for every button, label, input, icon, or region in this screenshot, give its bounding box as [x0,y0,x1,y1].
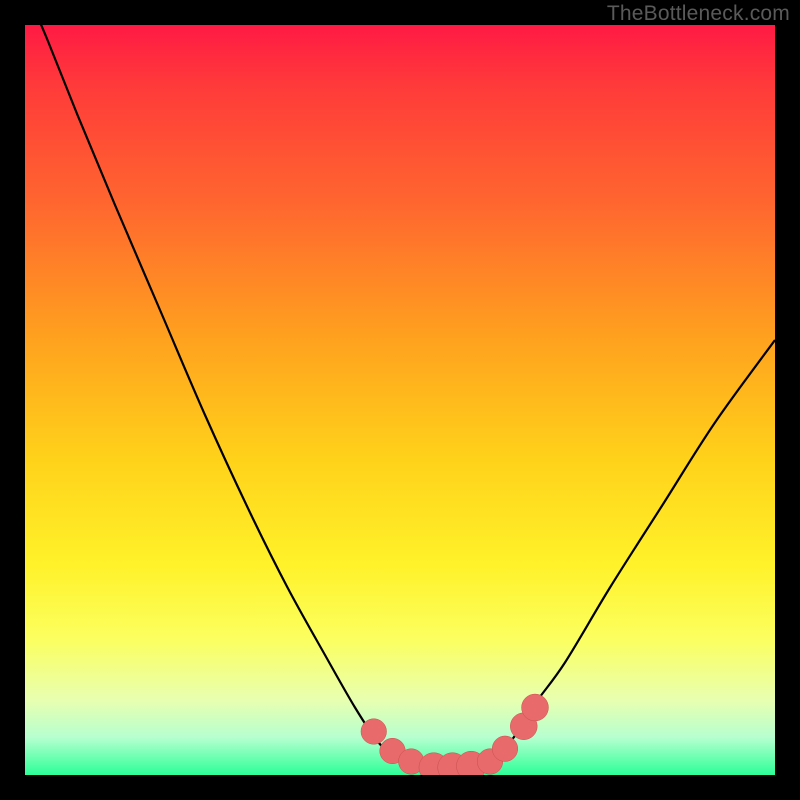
watermark-text: TheBottleneck.com [607,2,790,26]
plot-area [25,25,775,775]
curve-marker [361,719,387,745]
curve-marker [492,736,518,762]
curve-marker [522,694,549,721]
bottleneck-curve [25,25,775,768]
curve-layer [25,25,775,775]
curve-markers [361,694,548,775]
chart-frame: TheBottleneck.com [0,0,800,800]
